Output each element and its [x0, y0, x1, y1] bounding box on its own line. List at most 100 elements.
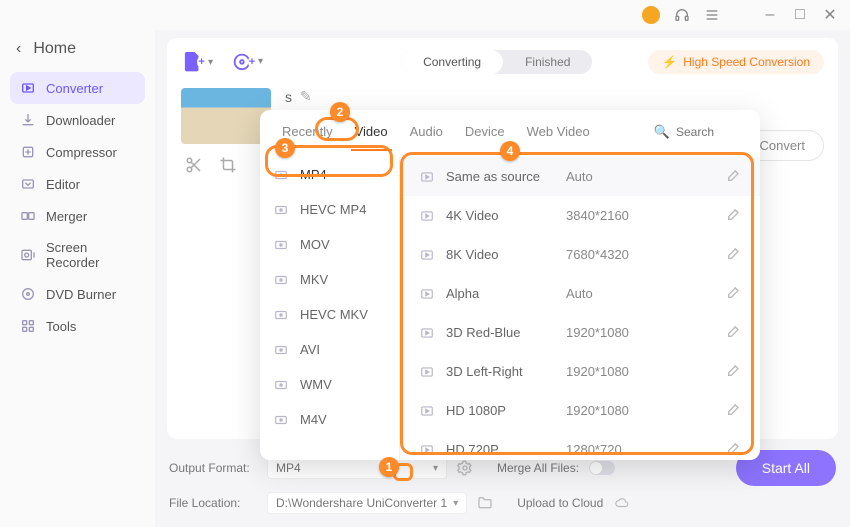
sidebar-item-converter[interactable]: Converter [10, 72, 145, 104]
sidebar: ‹ Home Converter Downloader Compressor Edit… [0, 30, 155, 527]
app-window: – □ ✕ ‹ Home Converter Downloader Compress… [0, 0, 850, 527]
resolution-size: 1920*1080 [566, 325, 656, 340]
headset-icon[interactable] [674, 7, 690, 23]
crop-icon[interactable] [219, 156, 237, 174]
merge-label: Merge All Files: [497, 461, 579, 475]
gear-icon[interactable] [457, 460, 473, 476]
sidebar-item-label: Compressor [46, 145, 117, 160]
sidebar-item-downloader[interactable]: Downloader [10, 104, 145, 136]
annotation-1: 1 [379, 457, 399, 477]
output-format-select[interactable]: MP4▾ [267, 457, 447, 479]
sidebar-item-label: Converter [46, 81, 103, 96]
annotation-2: 2 [330, 102, 350, 122]
titlebar: – □ ✕ [0, 0, 850, 30]
dropdown-search[interactable]: 🔍 [654, 124, 746, 140]
edit-preset-icon[interactable] [726, 167, 742, 186]
dropdown-tab-web-video[interactable]: Web Video [519, 118, 598, 145]
screen-recorder-icon [20, 247, 36, 263]
resolution-name: HD 1080P [446, 403, 566, 418]
format-icon [272, 203, 290, 217]
resolution-name: 4K Video [446, 208, 566, 223]
minimize-button[interactable]: – [762, 7, 778, 23]
output-format-label: Output Format: [169, 461, 257, 475]
resolution-row[interactable]: 3D Left-Right1920*1080 [400, 352, 760, 391]
format-m4v[interactable]: M4V [260, 402, 399, 437]
format-icon [272, 273, 290, 287]
format-mp4[interactable]: MP4 [260, 157, 399, 192]
annotation-3: 3 [275, 138, 295, 158]
resolution-row[interactable]: HD 720P1280*720 [400, 430, 760, 460]
sidebar-item-label: Merger [46, 209, 87, 224]
play-icon [418, 404, 436, 418]
resolution-row[interactable]: 4K Video3840*2160 [400, 196, 760, 235]
edit-preset-icon[interactable] [726, 206, 742, 225]
annotation-4: 4 [500, 141, 520, 161]
play-icon [418, 443, 436, 457]
dropdown-tab-device[interactable]: Device [457, 118, 513, 145]
sidebar-item-merger[interactable]: Merger [10, 200, 145, 232]
search-input[interactable] [676, 125, 746, 139]
resolution-size: Auto [566, 169, 656, 184]
merge-toggle[interactable] [589, 461, 615, 475]
high-speed-badge[interactable]: ⚡ High Speed Conversion [648, 50, 824, 74]
add-file-button[interactable]: +▾ [181, 50, 213, 73]
format-hevc-mkv[interactable]: HEVC MKV [260, 297, 399, 332]
resolution-row[interactable]: Same as sourceAuto [400, 157, 760, 196]
editor-icon [20, 176, 36, 192]
file-thumbnail[interactable] [181, 88, 271, 144]
sidebar-item-editor[interactable]: Editor [10, 168, 145, 200]
search-icon: 🔍 [654, 124, 670, 140]
folder-icon[interactable] [477, 495, 493, 511]
format-mkv[interactable]: MKV [260, 262, 399, 297]
edit-preset-icon[interactable] [726, 362, 742, 381]
edit-preset-icon[interactable] [726, 323, 742, 342]
rename-icon[interactable]: ✎ [300, 88, 312, 105]
back-home[interactable]: ‹ Home [10, 36, 145, 72]
back-label: Home [33, 40, 76, 58]
edit-preset-icon[interactable] [726, 245, 742, 264]
format-mov[interactable]: MOV [260, 227, 399, 262]
cloud-icon[interactable] [613, 496, 631, 510]
sidebar-item-dvd-burner[interactable]: DVD Burner [10, 278, 145, 310]
resolution-size: 7680*4320 [566, 247, 656, 262]
tab-finished[interactable]: Finished [503, 50, 592, 74]
resolution-size: 3840*2160 [566, 208, 656, 223]
edit-preset-icon[interactable] [726, 284, 742, 303]
sidebar-item-compressor[interactable]: Compressor [10, 136, 145, 168]
play-icon [418, 170, 436, 184]
resolution-row[interactable]: AlphaAuto [400, 274, 760, 313]
edit-preset-icon[interactable] [726, 401, 742, 420]
converter-icon [20, 80, 36, 96]
format-hevc-mp4[interactable]: HEVC MP4 [260, 192, 399, 227]
resolution-list: Same as sourceAuto4K Video3840*21608K Vi… [400, 157, 760, 460]
tab-converting[interactable]: Converting [401, 50, 503, 74]
sidebar-item-label: DVD Burner [46, 287, 116, 302]
resolution-name: HD 720P [446, 442, 566, 457]
compressor-icon [20, 144, 36, 160]
format-icon [272, 168, 290, 182]
play-icon [418, 326, 436, 340]
sidebar-item-tools[interactable]: Tools [10, 310, 145, 342]
file-location-select[interactable]: D:\Wondershare UniConverter 1▾ [267, 492, 467, 514]
format-dropdown: RecentlyVideoAudioDeviceWeb Video 🔍 MP4H… [260, 110, 760, 460]
resolution-row[interactable]: 3D Red-Blue1920*1080 [400, 313, 760, 352]
format-wmv[interactable]: WMV [260, 367, 399, 402]
format-avi[interactable]: AVI [260, 332, 399, 367]
edit-preset-icon[interactable] [726, 440, 742, 459]
menu-icon[interactable] [704, 7, 720, 23]
sidebar-item-screen-recorder[interactable]: Screen Recorder [10, 232, 145, 278]
close-button[interactable]: ✕ [822, 7, 838, 23]
add-disc-button[interactable]: +▾ [231, 51, 263, 73]
avatar[interactable] [642, 6, 660, 24]
resolution-name: 3D Red-Blue [446, 325, 566, 340]
maximize-button[interactable]: □ [792, 7, 808, 23]
resolution-name: 3D Left-Right [446, 364, 566, 379]
dropdown-tab-audio[interactable]: Audio [402, 118, 451, 145]
format-icon [272, 308, 290, 322]
dropdown-tab-video[interactable]: Video [347, 118, 396, 145]
resolution-row[interactable]: HD 1080P1920*1080 [400, 391, 760, 430]
resolution-row[interactable]: 8K Video7680*4320 [400, 235, 760, 274]
sidebar-item-label: Editor [46, 177, 80, 192]
trim-icon[interactable] [185, 156, 203, 174]
resolution-size: Auto [566, 286, 656, 301]
